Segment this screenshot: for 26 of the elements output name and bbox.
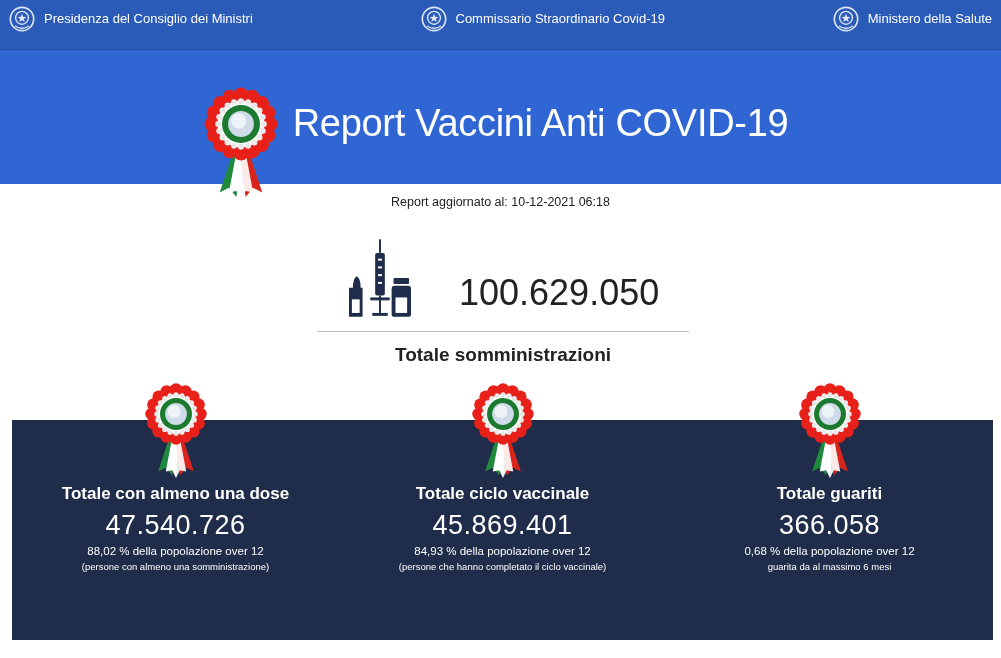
update-timestamp: Report aggiornato al: 10-12-2021 06:18	[390, 195, 611, 209]
emblem-icon	[419, 4, 448, 33]
stat-note: (persone che hanno completato il ciclo vaccinale)	[398, 561, 607, 572]
rosette-icon	[470, 382, 535, 478]
stat-value: 45.869.401	[432, 510, 573, 541]
stat-value: 47.540.726	[105, 510, 246, 541]
stat-title: Totale con almeno una dose	[61, 484, 290, 504]
emblem-icon	[8, 4, 36, 33]
rosette-icon	[143, 382, 208, 478]
stat-note: (persone con almeno una somministrazione)	[81, 561, 270, 572]
rosette-icon	[797, 382, 862, 478]
stat-title: Totale guariti	[776, 484, 883, 504]
report-title: Report Vaccini Anti COVID-19	[292, 102, 789, 145]
emblem-icon	[831, 4, 860, 33]
institution-link[interactable]: Ministero della Salute	[831, 4, 992, 33]
institution-link[interactable]: Presidenza del Consiglio dei Ministri	[8, 4, 253, 33]
stat-title: Totale ciclo vaccinale	[415, 484, 590, 504]
rosette-icon	[202, 86, 279, 200]
population-percentage: 84,93 % della popolazione over 12	[414, 545, 591, 557]
total-doses-value: 100.629.050	[459, 275, 660, 311]
stat-value: 366.058	[778, 510, 881, 541]
population-percentage: 0,68 % della popolazione over 12	[744, 545, 915, 557]
total-doses-label: Totale somministrazioni	[393, 344, 613, 366]
institution-link[interactable]: Commissario Straordinario Covid-19	[419, 4, 666, 33]
stat-note: guarita da al massimo 6 mesi	[767, 561, 892, 572]
population-percentage: 88,02 % della popolazione over 12	[87, 545, 264, 557]
